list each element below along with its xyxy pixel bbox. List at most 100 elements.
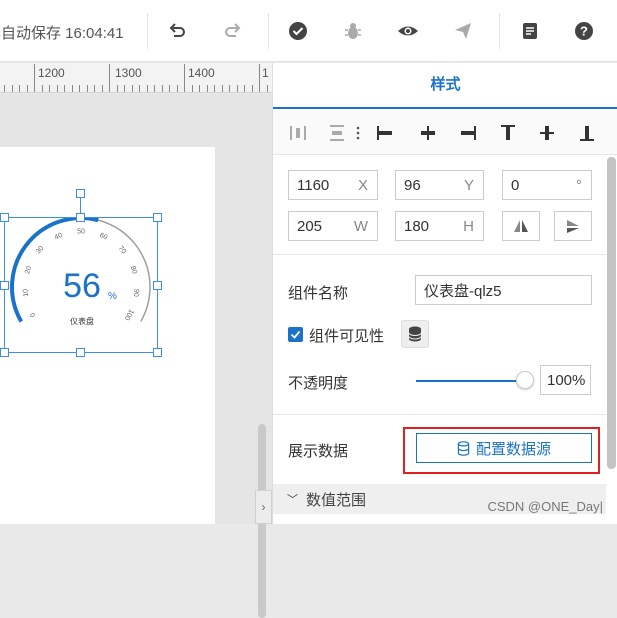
document-icon[interactable] bbox=[516, 17, 544, 45]
flip-horizontal-icon bbox=[514, 220, 528, 232]
opacity-input[interactable]: 100% bbox=[540, 365, 591, 395]
rotation-field[interactable]: 0 ° bbox=[502, 170, 592, 200]
ruler-label: 1400 bbox=[188, 66, 215, 80]
ruler-label: 1300 bbox=[115, 66, 142, 80]
check-icon[interactable] bbox=[284, 17, 312, 45]
style-panel: 样式 1160 X 96 Y 0 ° 205 W 180 H 组件名称 仪表盘-… bbox=[272, 63, 617, 524]
more-dots-icon[interactable] bbox=[353, 121, 363, 145]
eye-icon[interactable] bbox=[394, 17, 422, 45]
x-position-field[interactable]: 1160 X bbox=[288, 170, 378, 200]
ruler-tick bbox=[169, 85, 170, 92]
y-position-field[interactable]: 96 Y bbox=[395, 170, 484, 200]
ruler-tick bbox=[34, 64, 35, 92]
send-icon[interactable] bbox=[449, 17, 477, 45]
resize-handle-s[interactable] bbox=[76, 348, 85, 357]
resize-handle-se[interactable] bbox=[153, 348, 162, 357]
ruler-tick bbox=[266, 85, 268, 92]
config-datasource-button[interactable]: 配置数据源 bbox=[416, 433, 592, 463]
ruler-tick bbox=[4, 85, 5, 92]
ruler-tick bbox=[71, 85, 73, 92]
help-icon[interactable]: ? bbox=[570, 17, 598, 45]
align-bottom-icon[interactable] bbox=[575, 121, 599, 145]
ruler-tick bbox=[251, 85, 253, 92]
distribute-vertical-icon[interactable] bbox=[325, 121, 349, 145]
height-value: 180 bbox=[404, 217, 430, 235]
ruler-tick bbox=[206, 85, 208, 92]
toolbar-divider bbox=[147, 13, 148, 49]
distribute-horizontal-icon[interactable] bbox=[286, 121, 310, 145]
ruler-tick bbox=[139, 85, 140, 92]
database-icon bbox=[457, 440, 470, 456]
resize-handle-nw[interactable] bbox=[0, 213, 9, 222]
flip-vertical-button[interactable] bbox=[554, 211, 592, 241]
autosave-status: 已自动保存 16:04:41 bbox=[0, 25, 124, 42]
resize-handle-n[interactable] bbox=[76, 213, 85, 222]
ruler-tick bbox=[56, 85, 58, 92]
align-center-horizontal-icon[interactable] bbox=[416, 121, 440, 145]
ruler-tick bbox=[154, 85, 155, 92]
svg-text:?: ? bbox=[580, 24, 588, 39]
section-divider bbox=[273, 254, 606, 255]
component-name-input[interactable]: 仪表盘-qlz5 bbox=[415, 275, 592, 305]
chevron-down-icon: ﹀ bbox=[287, 494, 298, 506]
component-name-label: 组件名称 bbox=[288, 285, 349, 302]
flip-horizontal-button[interactable] bbox=[502, 211, 540, 241]
ruler-tick bbox=[86, 85, 88, 92]
ruler-tick bbox=[49, 85, 50, 92]
undo-icon[interactable] bbox=[164, 17, 192, 45]
opacity-slider-knob[interactable] bbox=[516, 371, 534, 389]
resize-handle-e[interactable] bbox=[153, 281, 162, 290]
panel-scrollbar[interactable] bbox=[607, 157, 616, 469]
tab-style[interactable]: 样式 bbox=[273, 63, 617, 109]
align-left-icon[interactable] bbox=[373, 121, 397, 145]
opacity-slider-track[interactable] bbox=[416, 380, 526, 382]
ruler-tick bbox=[131, 85, 133, 92]
resize-handle-w[interactable] bbox=[0, 281, 9, 290]
rotate-handle[interactable] bbox=[76, 189, 85, 198]
ruler-tick bbox=[26, 85, 28, 92]
y-unit: Y bbox=[463, 177, 474, 194]
height-field[interactable]: 180 H bbox=[395, 211, 484, 241]
ruler-tick bbox=[244, 85, 245, 92]
ruler-tick bbox=[259, 64, 260, 92]
section-divider bbox=[273, 414, 606, 415]
ruler-tick bbox=[191, 85, 193, 92]
ruler-tick bbox=[79, 85, 80, 92]
visibility-data-button[interactable] bbox=[401, 320, 429, 348]
component-name-value: 仪表盘-qlz5 bbox=[424, 282, 502, 300]
ruler-tick bbox=[41, 85, 43, 92]
watermark: CSDN @ONE_Day| bbox=[487, 499, 603, 514]
visibility-checkbox[interactable] bbox=[288, 327, 303, 342]
value-range-label: 数值范围 bbox=[306, 491, 367, 509]
align-middle-vertical-icon[interactable] bbox=[535, 121, 559, 145]
checkmark-icon bbox=[290, 330, 301, 339]
align-right-icon[interactable] bbox=[456, 121, 480, 145]
height-unit: H bbox=[463, 218, 474, 235]
ruler-tick bbox=[184, 64, 185, 92]
ruler-tick bbox=[161, 85, 163, 92]
width-field[interactable]: 205 W bbox=[288, 211, 378, 241]
resize-handle-ne[interactable] bbox=[153, 213, 162, 222]
horizontal-ruler: 1200 1300 1400 1 bbox=[0, 63, 272, 93]
selection-frame bbox=[4, 217, 158, 353]
resize-handle-sw[interactable] bbox=[0, 348, 9, 357]
ruler-tick bbox=[64, 85, 65, 92]
chevron-right-icon: › bbox=[261, 500, 266, 514]
toolbar-divider bbox=[499, 13, 500, 49]
ruler-label: 1200 bbox=[38, 66, 65, 80]
ruler-tick bbox=[116, 85, 118, 92]
align-top-icon[interactable] bbox=[496, 121, 520, 145]
ruler-tick bbox=[214, 85, 215, 92]
database-icon bbox=[408, 326, 422, 342]
redo-icon[interactable] bbox=[218, 17, 246, 45]
collapse-panel-button[interactable]: › bbox=[255, 490, 272, 524]
align-toolbar bbox=[273, 111, 617, 155]
y-value: 96 bbox=[404, 176, 421, 194]
ruler-tick bbox=[109, 64, 110, 92]
visibility-label: 组件可见性 bbox=[309, 328, 385, 345]
width-unit: W bbox=[353, 218, 368, 235]
width-value: 205 bbox=[297, 217, 323, 235]
ruler-tick bbox=[221, 85, 223, 92]
x-unit: X bbox=[357, 177, 368, 194]
bug-icon[interactable] bbox=[339, 17, 367, 45]
